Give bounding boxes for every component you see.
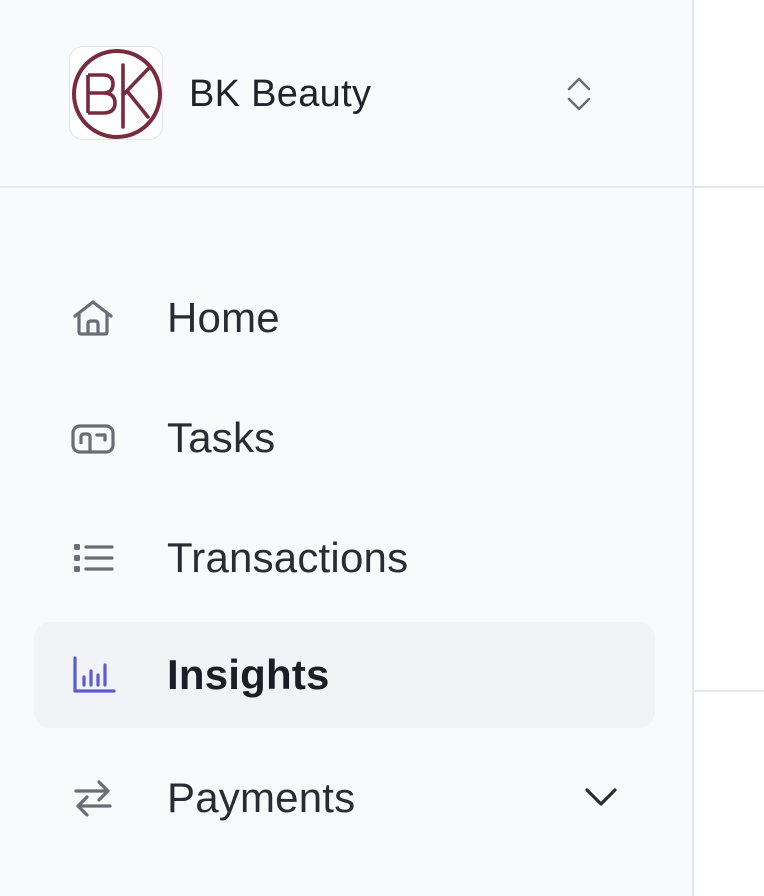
- home-icon: [73, 300, 113, 336]
- chevron-down-icon[interactable]: [582, 781, 620, 811]
- main-content-edge: [694, 0, 764, 896]
- sidebar-item-payments[interactable]: Payments: [34, 745, 655, 851]
- sidebar-item-label: Home: [167, 294, 280, 341]
- sidebar-item-label: Transactions: [167, 534, 409, 581]
- divider: [694, 186, 764, 188]
- divider: [694, 690, 764, 692]
- sidebar-item-label: Payments: [167, 774, 356, 821]
- sidebar-item-transactions[interactable]: Transactions: [34, 505, 655, 611]
- org-name: BK Beauty: [189, 73, 372, 115]
- sidebar: BK Beauty Home Tasks Transactions Insigh…: [0, 0, 694, 896]
- sidebar-item-label: Tasks: [167, 414, 276, 461]
- sidebar-item-label: Insights: [167, 651, 330, 698]
- chevron-up-down-icon[interactable]: [562, 74, 596, 114]
- org-switcher[interactable]: BK Beauty: [0, 0, 692, 188]
- sidebar-item-insights[interactable]: Insights: [34, 622, 655, 728]
- arrows-swap-icon: [74, 780, 112, 817]
- sidebar-item-tasks[interactable]: Tasks: [34, 385, 655, 491]
- sidebar-item-home[interactable]: Home: [34, 265, 655, 371]
- inbox-icon: [71, 424, 115, 454]
- bar-chart-icon: [73, 656, 116, 693]
- list-icon: [74, 544, 114, 572]
- org-logo: [69, 46, 163, 140]
